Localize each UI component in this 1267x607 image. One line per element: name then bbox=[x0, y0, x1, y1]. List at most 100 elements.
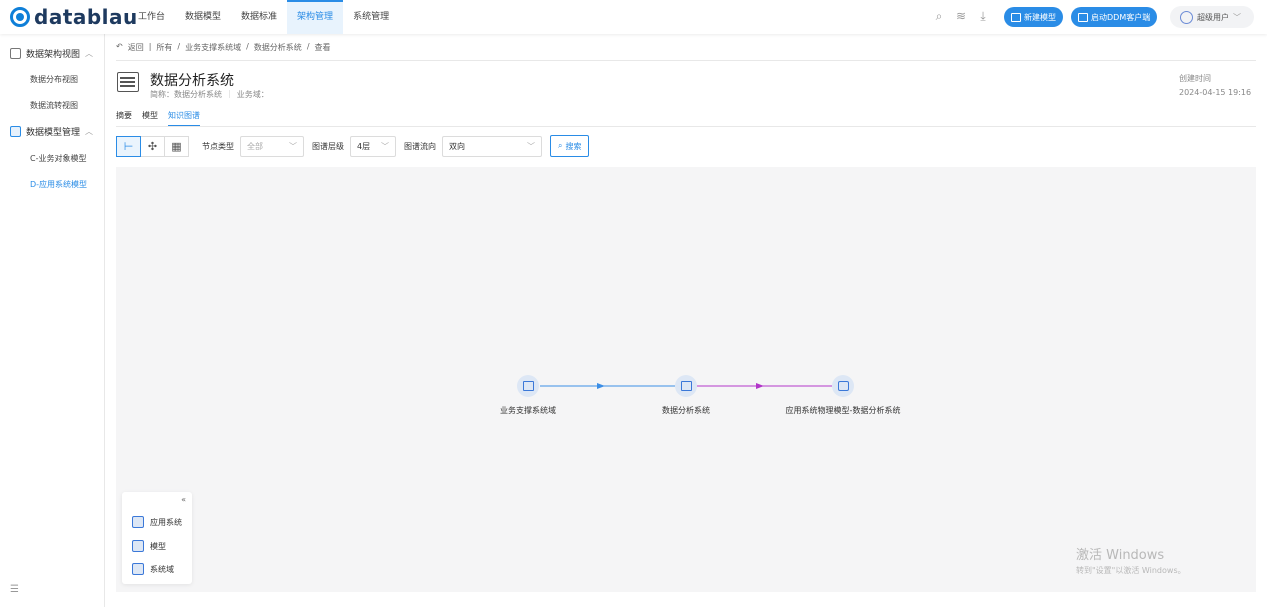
chevron-down-icon: ﹀ bbox=[289, 141, 297, 151]
nav-workbench[interactable]: 工作台 bbox=[128, 0, 175, 34]
logo-text: datablau bbox=[34, 5, 138, 29]
back-link[interactable]: 返回 bbox=[128, 42, 144, 53]
nav-system[interactable]: 系统管理 bbox=[343, 0, 399, 34]
level-label: 图谱层级 bbox=[312, 141, 344, 151]
tab-divider bbox=[116, 126, 1256, 127]
sidebar-group-architecture-view[interactable]: 数据架构视图 ︿ bbox=[10, 44, 93, 62]
legend-item: 系统域 bbox=[132, 563, 174, 575]
breadcrumb-item[interactable]: 业务支撑系统域 bbox=[185, 42, 241, 53]
tree-layout-button[interactable]: ⊢ bbox=[116, 135, 141, 157]
edge-arrow bbox=[756, 383, 764, 389]
back-icon[interactable]: ↶ bbox=[116, 42, 123, 53]
search-button[interactable]: ⌕ 搜索 bbox=[550, 135, 590, 157]
tab-model[interactable]: 模型 bbox=[142, 110, 158, 126]
breadcrumb-item[interactable]: 所有 bbox=[156, 42, 172, 53]
graph-legend: « 应用系统 模型 系统域 bbox=[122, 492, 192, 584]
chevron-down-icon: ﹀ bbox=[381, 141, 389, 151]
graph-canvas[interactable]: 业务支撑系统域 数据分析系统 应用系统物理模型-数据分析系统 bbox=[116, 167, 1256, 592]
user-name: 超级用户 bbox=[1197, 12, 1229, 22]
divider bbox=[116, 60, 1256, 61]
sidebar-group-label: 数据架构视图 bbox=[26, 49, 81, 60]
graph-node-app-system[interactable] bbox=[675, 375, 697, 397]
created-info: 创建时间 2024-04-15 19:16 bbox=[1179, 72, 1257, 100]
nav-architecture[interactable]: 架构管理 bbox=[287, 0, 344, 34]
new-model-icon bbox=[1011, 12, 1021, 22]
tab-summary[interactable]: 摘要 bbox=[116, 110, 132, 126]
legend-item: 应用系统 bbox=[132, 516, 182, 528]
system-icon bbox=[117, 72, 139, 92]
app-system-icon bbox=[680, 381, 692, 391]
system-domain-icon bbox=[522, 381, 534, 391]
graph-node-label: 数据分析系统 bbox=[662, 406, 710, 415]
sidebar-group-label: 数据模型管理 bbox=[26, 127, 81, 138]
direction-label: 图谱流向 bbox=[404, 141, 436, 151]
table-icon: ▦ bbox=[171, 139, 182, 153]
user-avatar-icon bbox=[1180, 10, 1193, 24]
legend-item: 模型 bbox=[132, 540, 166, 552]
sidebar-item-app-system-model[interactable]: D-应用系统模型 bbox=[30, 179, 87, 190]
watermark-title: 激活 Windows bbox=[1076, 548, 1165, 563]
user-menu[interactable]: 超级用户 ﹀ bbox=[1170, 6, 1254, 28]
sidebar-item-distribution-view[interactable]: 数据分布视图 bbox=[30, 74, 78, 85]
graph-node-business-domain[interactable] bbox=[517, 375, 539, 397]
created-label: 创建时间 bbox=[1179, 74, 1211, 83]
breadcrumb: ↶ 返回 | 所有 / 业务支撑系统域 / 数据分析系统 / 查看 bbox=[116, 42, 331, 53]
chevron-up-icon: ︿ bbox=[85, 126, 94, 136]
new-model-button[interactable]: 新建模型 bbox=[1004, 7, 1063, 27]
chevron-up-icon: ︿ bbox=[85, 48, 94, 58]
graph-node-label: 业务支撑系统域 bbox=[500, 406, 556, 415]
windows-activation-watermark: 激活 Windows 转到"设置"以激活 Windows。 bbox=[1076, 544, 1186, 576]
sidebar-group-model-management[interactable]: 数据模型管理 ︿ bbox=[10, 122, 93, 140]
level-value: 4层 bbox=[357, 141, 371, 151]
node-type-select[interactable]: 全部 ﹀ bbox=[240, 135, 304, 157]
breadcrumb-item[interactable]: 数据分析系统 bbox=[254, 42, 302, 53]
breadcrumb-current: 查看 bbox=[314, 43, 331, 52]
chevron-down-icon: ﹀ bbox=[1233, 12, 1241, 22]
top-icons: ⌕ ≋ ⤓ bbox=[932, 9, 990, 23]
move-icon: ✣ bbox=[147, 139, 158, 153]
level-select[interactable]: 4层 ﹀ bbox=[350, 135, 396, 157]
top-nav: 工作台 数据模型 数据标准 架构管理 系统管理 bbox=[128, 0, 399, 34]
sidebar-item-business-object-model[interactable]: C-业务对象模型 bbox=[30, 153, 86, 164]
move-button[interactable]: ✣ bbox=[140, 135, 165, 157]
launch-ddm-button[interactable]: 启动DDM客户端 bbox=[1071, 7, 1158, 27]
watermark-subtitle: 转到"设置"以激活 Windows。 bbox=[1076, 566, 1186, 575]
search-label: 搜索 bbox=[565, 141, 582, 151]
app-system-icon bbox=[132, 516, 144, 528]
sub-info: 简称：数据分析系统 | 业务域： bbox=[150, 89, 269, 100]
graph-node-physical-model[interactable] bbox=[832, 375, 854, 397]
breadcrumb-separator: / bbox=[177, 42, 181, 51]
top-bar: datablau 工作台 数据模型 数据标准 架构管理 系统管理 ⌕ ≋ ⤓ 新… bbox=[0, 0, 1267, 34]
direction-value: 双向 bbox=[449, 141, 465, 151]
model-icon bbox=[132, 540, 144, 552]
search-icon[interactable]: ⌕ bbox=[932, 9, 946, 23]
download-icon[interactable]: ⤓ bbox=[976, 9, 990, 23]
table-view-button[interactable]: ▦ bbox=[164, 135, 189, 157]
short-name: 简称：数据分析系统 bbox=[150, 90, 222, 99]
tab-knowledge-graph[interactable]: 知识图谱 bbox=[168, 110, 200, 126]
monitor-icon bbox=[1078, 12, 1088, 22]
model-icon bbox=[837, 381, 849, 391]
separator: | bbox=[228, 89, 231, 98]
new-model-label: 新建模型 bbox=[1024, 12, 1056, 22]
layers-icon[interactable]: ≋ bbox=[954, 9, 968, 23]
detail-tabs: 摘要 模型 知识图谱 bbox=[116, 110, 200, 126]
legend-label: 应用系统 bbox=[150, 517, 182, 527]
model-management-icon bbox=[10, 125, 21, 137]
page-title: 数据分析系统 bbox=[150, 73, 234, 89]
node-type-value: 全部 bbox=[247, 141, 263, 151]
logo[interactable]: datablau bbox=[10, 5, 138, 29]
nav-data-model[interactable]: 数据模型 bbox=[175, 0, 231, 34]
collapse-sidebar-icon[interactable]: ☰ bbox=[10, 584, 19, 595]
chevron-down-icon: ﹀ bbox=[527, 141, 535, 151]
collapse-legend-icon[interactable]: « bbox=[181, 495, 186, 504]
sidebar-item-flow-view[interactable]: 数据流转视图 bbox=[30, 100, 78, 111]
created-value: 2024-04-15 19:16 bbox=[1179, 88, 1252, 97]
direction-select[interactable]: 双向 ﹀ bbox=[442, 135, 542, 157]
business-domain: 业务域： bbox=[236, 90, 269, 99]
breadcrumb-separator: | bbox=[148, 42, 152, 51]
system-domain-icon bbox=[132, 563, 144, 575]
nav-data-standard[interactable]: 数据标准 bbox=[231, 0, 287, 34]
graph-toolbar: ⊢ ✣ ▦ 节点类型 全部 ﹀ 图谱层级 4层 ﹀ 图谱流向 双向 ﹀ ⌕ 搜索 bbox=[116, 135, 590, 157]
search-icon: ⌕ bbox=[558, 141, 563, 150]
